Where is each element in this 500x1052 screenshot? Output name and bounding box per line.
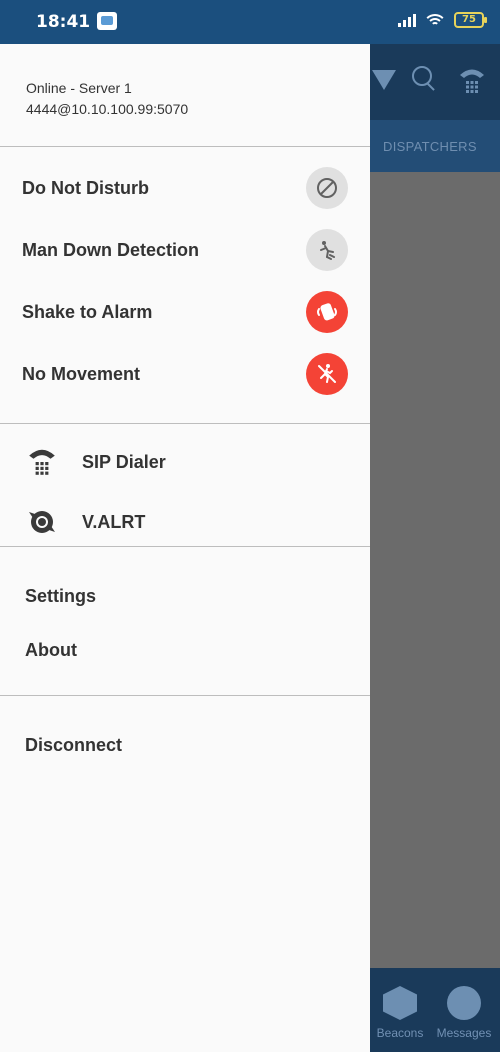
disconnect-section: Disconnect xyxy=(0,696,370,772)
valrt-item[interactable]: V.ALRT xyxy=(0,492,370,552)
status-label: No Movement xyxy=(22,363,141,384)
bottom-nav-label: Messages xyxy=(436,1026,492,1040)
bottom-nav-messages[interactable]: Messages xyxy=(432,986,496,1040)
filter-icon[interactable] xyxy=(372,70,396,90)
battery-icon: 75 xyxy=(454,12,487,28)
dialer-phone-icon xyxy=(24,444,60,480)
sip-address: 4444@10.10.100.99:5070 xyxy=(26,101,189,117)
bottom-nav-label: Beacons xyxy=(376,1026,424,1040)
status-label: Man Down Detection xyxy=(22,239,200,260)
drawer-header: Online - Server 1 4444@10.10.100.99:5070 xyxy=(0,44,370,146)
about-item[interactable]: About xyxy=(0,623,370,677)
settings-item[interactable]: Settings xyxy=(0,569,370,623)
search-icon[interactable] xyxy=(412,66,436,94)
status-label: Shake to Alarm xyxy=(22,301,153,322)
feature-nav-list: SIP Dialer V.ALRT xyxy=(0,424,370,546)
man-down-detection-row[interactable]: Man Down Detection xyxy=(0,219,370,281)
do-not-disturb-row[interactable]: Do Not Disturb xyxy=(0,157,370,219)
no-movement-icon[interactable] xyxy=(306,353,348,395)
notification-app-icon xyxy=(97,12,117,30)
shake-to-alarm-row[interactable]: Shake to Alarm xyxy=(0,281,370,343)
block-icon[interactable] xyxy=(306,167,348,209)
bottom-nav-beacons[interactable]: Beacons xyxy=(372,986,428,1040)
no-movement-row[interactable]: No Movement xyxy=(0,343,370,405)
status-toggle-list: Do Not Disturb Man Down Detection Shake … xyxy=(0,147,370,423)
fall-person-icon[interactable] xyxy=(306,229,348,271)
status-icons: 75 xyxy=(398,12,487,28)
wifi-icon xyxy=(424,12,446,28)
nav-label: V.ALRT xyxy=(82,511,146,532)
signal-icon xyxy=(398,13,416,27)
sip-dialer-item[interactable]: SIP Dialer xyxy=(0,432,370,492)
status-bar: 18:41 75 xyxy=(0,0,500,44)
navigation-drawer: Online - Server 1 4444@10.10.100.99:5070… xyxy=(0,44,370,1052)
valrt-device-icon xyxy=(24,504,60,540)
disconnect-item[interactable]: Disconnect xyxy=(0,718,370,772)
shake-phone-icon[interactable] xyxy=(306,291,348,333)
dialer-icon[interactable] xyxy=(458,66,486,101)
nav-label: SIP Dialer xyxy=(82,451,166,472)
beacon-warning-icon xyxy=(383,986,417,1020)
chat-bubble-icon xyxy=(447,986,481,1020)
settings-menu-list: Settings About xyxy=(0,547,370,695)
status-time: 18:41 xyxy=(36,12,91,32)
connection-status: Online - Server 1 xyxy=(26,80,132,96)
status-label: Do Not Disturb xyxy=(22,177,149,198)
tab-dispatchers[interactable]: DISPATCHERS xyxy=(383,139,477,154)
